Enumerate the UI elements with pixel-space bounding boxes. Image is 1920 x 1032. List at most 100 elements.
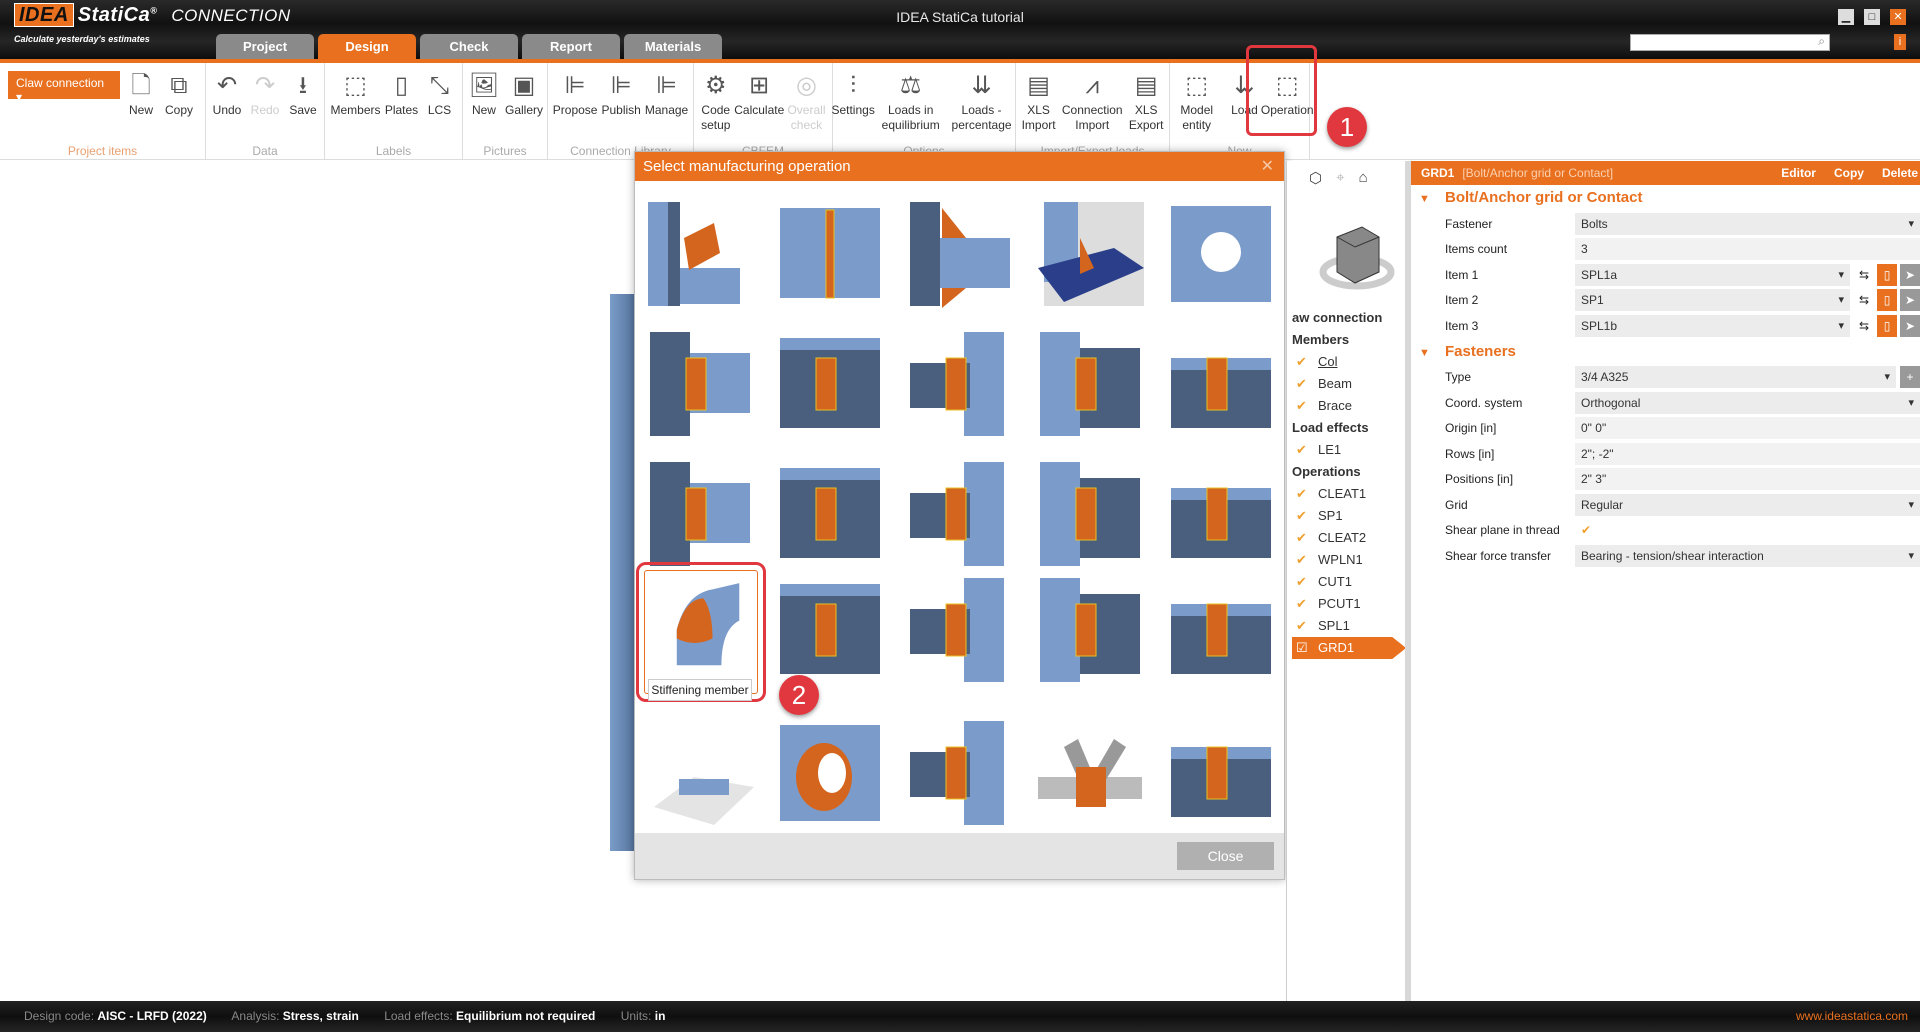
add-bolt-icon[interactable]: + bbox=[1900, 366, 1920, 389]
swap-icon[interactable]: ⇆ bbox=[1854, 264, 1874, 286]
operation-tile-cut-flange[interactable] bbox=[904, 574, 1016, 686]
checkbox-icon[interactable]: ✔ bbox=[1292, 373, 1318, 395]
tree-item-sp1[interactable]: ✔ SP1 bbox=[1292, 505, 1406, 527]
operation-tile-pipe-opening[interactable] bbox=[774, 717, 886, 829]
property-input[interactable]: 0" 0" bbox=[1575, 417, 1920, 440]
model-entity-button[interactable]: ⬚ Model entity bbox=[1170, 69, 1223, 133]
checkbox-icon[interactable]: ✔ bbox=[1292, 549, 1318, 571]
checkbox-icon[interactable]: ✔ bbox=[1292, 351, 1318, 373]
property-input[interactable]: 2" 3" bbox=[1575, 468, 1920, 491]
editor-button[interactable]: Editor bbox=[1781, 161, 1816, 185]
checkbox-icon[interactable]: ✔ bbox=[1292, 439, 1318, 461]
section-fasteners[interactable]: ▼ Fasteners bbox=[1411, 339, 1920, 365]
overall-check-button[interactable]: ◎ Overall check bbox=[781, 69, 832, 133]
loads-in-equilibrium-button[interactable]: ⚖ Loads in equilibrium bbox=[877, 69, 944, 133]
search-input[interactable]: ⌕ bbox=[1630, 34, 1830, 51]
settings-button[interactable]: ⫶ Settings bbox=[831, 69, 874, 133]
tree-item-members[interactable]: Members bbox=[1292, 329, 1406, 351]
property-dropdown[interactable]: Orthogonal bbox=[1575, 391, 1920, 414]
save-button[interactable]: ⭳ Save bbox=[286, 69, 320, 118]
property-input[interactable]: 3 bbox=[1575, 238, 1920, 261]
project-item-dropdown[interactable]: Claw connection ▾ bbox=[8, 71, 120, 104]
operation-tile-fin-plate[interactable] bbox=[644, 328, 756, 440]
tab-project[interactable]: Project bbox=[216, 34, 314, 59]
home-icon[interactable]: ⌂ bbox=[1359, 169, 1368, 187]
pick-cursor-icon[interactable]: ➤ bbox=[1900, 263, 1920, 286]
tab-report[interactable]: Report bbox=[522, 34, 620, 59]
operation-tile-angle-cleat[interactable] bbox=[1034, 458, 1146, 570]
gallery-button[interactable]: ▣ Gallery bbox=[505, 69, 543, 118]
tree-item-cleat2[interactable]: ✔ CLEAT2 bbox=[1292, 527, 1406, 549]
redo-button[interactable]: ↷ Redo bbox=[248, 69, 282, 118]
operation-tile-web-splice[interactable] bbox=[1034, 328, 1146, 440]
checkbox-icon[interactable]: ✔ bbox=[1292, 593, 1318, 615]
loads-percentage-button[interactable]: ⇊ Loads - percentage bbox=[948, 69, 1015, 133]
publish-button[interactable]: ⊫ Publish bbox=[601, 69, 640, 118]
property-input[interactable]: 2"; -2" bbox=[1575, 442, 1920, 465]
undo-button[interactable]: ↶ Undo bbox=[210, 69, 244, 118]
new-button[interactable]: 🗋 New bbox=[124, 69, 158, 118]
checkbox-icon[interactable]: ✔ bbox=[1292, 483, 1318, 505]
calculate-button[interactable]: ⊞ Calculate bbox=[734, 69, 784, 133]
plates-button[interactable]: ▯ Plates bbox=[385, 69, 419, 118]
close-button[interactable]: Close bbox=[1177, 842, 1274, 870]
swap-icon[interactable]: ⇆ bbox=[1854, 289, 1874, 311]
operation-tile-weld-preparation[interactable] bbox=[904, 717, 1016, 829]
view-3d-icon[interactable]: ⬡ bbox=[1309, 169, 1322, 187]
swap-icon[interactable]: ⇆ bbox=[1854, 315, 1874, 337]
tree-item-brace[interactable]: ✔ Brace bbox=[1292, 395, 1406, 417]
operation-tile-haunch[interactable] bbox=[904, 198, 1016, 310]
operation-tile-cleat-angle[interactable] bbox=[644, 198, 756, 310]
connection-import-button[interactable]: ⩘ Connection Import bbox=[1062, 69, 1123, 133]
copy-button[interactable]: ⧉ Copy bbox=[162, 69, 196, 118]
maximize-button[interactable]: □ bbox=[1864, 9, 1880, 25]
operation-tile-base-plate-anchors[interactable] bbox=[1165, 458, 1277, 570]
propose-button[interactable]: ⊫ Propose bbox=[553, 69, 598, 118]
website-link[interactable]: www.ideastatica.com bbox=[1796, 1001, 1908, 1032]
checkbox-icon[interactable]: ✔ bbox=[1292, 527, 1318, 549]
property-dropdown[interactable]: SP1 bbox=[1575, 289, 1850, 312]
tab-materials[interactable]: Materials bbox=[624, 34, 722, 59]
checkbox-icon[interactable]: ✔ bbox=[1292, 505, 1318, 527]
plate-select-icon[interactable]: ▯ bbox=[1877, 289, 1897, 312]
code-setup-button[interactable]: ⚙ Code setup bbox=[694, 69, 738, 133]
view-cube[interactable] bbox=[1317, 217, 1397, 297]
checkbox-icon[interactable]: ✔ bbox=[1292, 615, 1318, 637]
section-bolt-anchor-grid-or-contact[interactable]: ▼ Bolt/Anchor grid or Contact bbox=[1411, 185, 1920, 211]
tree-item-grd1[interactable]: ☑ GRD1 bbox=[1292, 637, 1406, 659]
plate-select-icon[interactable]: ▯ bbox=[1877, 263, 1897, 286]
operation-tile-stiffener[interactable] bbox=[774, 198, 886, 310]
operation-tile-flange-splice-bolts[interactable] bbox=[1165, 328, 1277, 440]
members-button[interactable]: ⬚ Members bbox=[330, 69, 380, 118]
operation-tile-splice-plate[interactable] bbox=[904, 328, 1016, 440]
copy-button[interactable]: Copy bbox=[1834, 161, 1864, 185]
info-button[interactable]: i bbox=[1894, 34, 1906, 50]
tab-design[interactable]: Design bbox=[318, 34, 416, 59]
tree-item-cut1[interactable]: ✔ CUT1 bbox=[1292, 571, 1406, 593]
tree-item-beam[interactable]: ✔ Beam bbox=[1292, 373, 1406, 395]
tree-item-cleat1[interactable]: ✔ CLEAT1 bbox=[1292, 483, 1406, 505]
tree-item-aw-connection[interactable]: aw connection bbox=[1292, 307, 1406, 329]
dialog-close-icon[interactable]: ✕ bbox=[1261, 152, 1274, 181]
operation-tile-base-plate-stiffener[interactable] bbox=[1034, 198, 1146, 310]
operation-tile-end-plate-notch[interactable] bbox=[774, 328, 886, 440]
tab-check[interactable]: Check bbox=[420, 34, 518, 59]
operation-tile-bolted-web-plate[interactable] bbox=[904, 458, 1016, 570]
tree-item-le1[interactable]: ✔ LE1 bbox=[1292, 439, 1406, 461]
tree-item-col[interactable]: ✔ Col bbox=[1292, 351, 1406, 373]
operation-tile-gusset-bolted[interactable] bbox=[1034, 574, 1146, 686]
property-dropdown[interactable]: SPL1b bbox=[1575, 314, 1850, 337]
checkbox-icon[interactable]: ✔ bbox=[1292, 395, 1318, 417]
pick-cursor-icon[interactable]: ➤ bbox=[1900, 314, 1920, 337]
pick-cursor-icon[interactable]: ➤ bbox=[1900, 289, 1920, 312]
operation-tile-tube-end-plate[interactable] bbox=[774, 458, 886, 570]
minimize-button[interactable]: ▁ bbox=[1838, 9, 1854, 25]
xls-export-button[interactable]: ▤ XLS Export bbox=[1123, 69, 1169, 133]
operation-tile-truss-node[interactable] bbox=[1034, 717, 1146, 829]
operation-tile-bolted-end-plate[interactable] bbox=[1165, 717, 1277, 829]
operation-tile-opening[interactable] bbox=[1165, 198, 1277, 310]
operation-tile-concrete-block[interactable] bbox=[644, 717, 756, 829]
delete-button[interactable]: Delete bbox=[1882, 161, 1918, 185]
property-dropdown[interactable]: Bearing - tension/shear interaction bbox=[1575, 544, 1920, 567]
lcs-button[interactable]: ⤡ LCS bbox=[423, 69, 457, 118]
